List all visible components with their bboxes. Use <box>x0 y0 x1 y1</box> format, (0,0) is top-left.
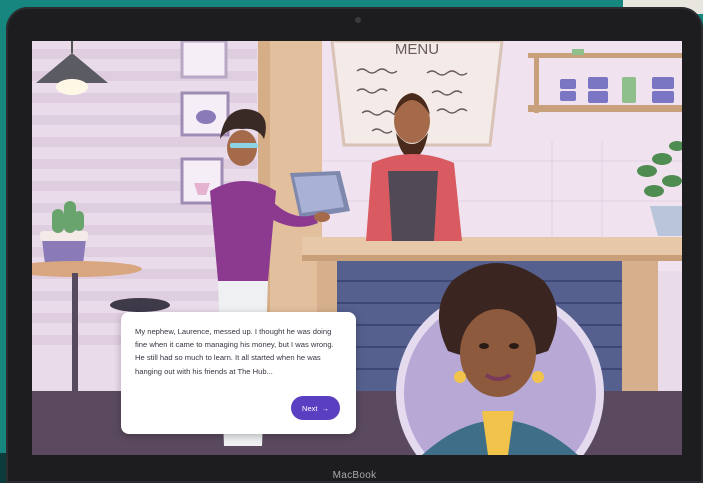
game-screen: MENU My nephew, Laurence, messed up. I t… <box>32 41 682 455</box>
dialog-text: My nephew, Laurence, messed up. I though… <box>135 327 334 376</box>
next-button-label: Next <box>302 403 318 413</box>
arrow-right-icon: → <box>321 403 329 413</box>
camera-icon <box>355 17 361 23</box>
dialog-box: My nephew, Laurence, messed up. I though… <box>121 312 356 434</box>
laptop-frame: MENU My nephew, Laurence, messed up. I t… <box>6 7 703 483</box>
device-label: MacBook <box>332 470 377 481</box>
next-button[interactable]: Next → <box>291 396 340 420</box>
menu-sign: MENU <box>395 41 439 58</box>
